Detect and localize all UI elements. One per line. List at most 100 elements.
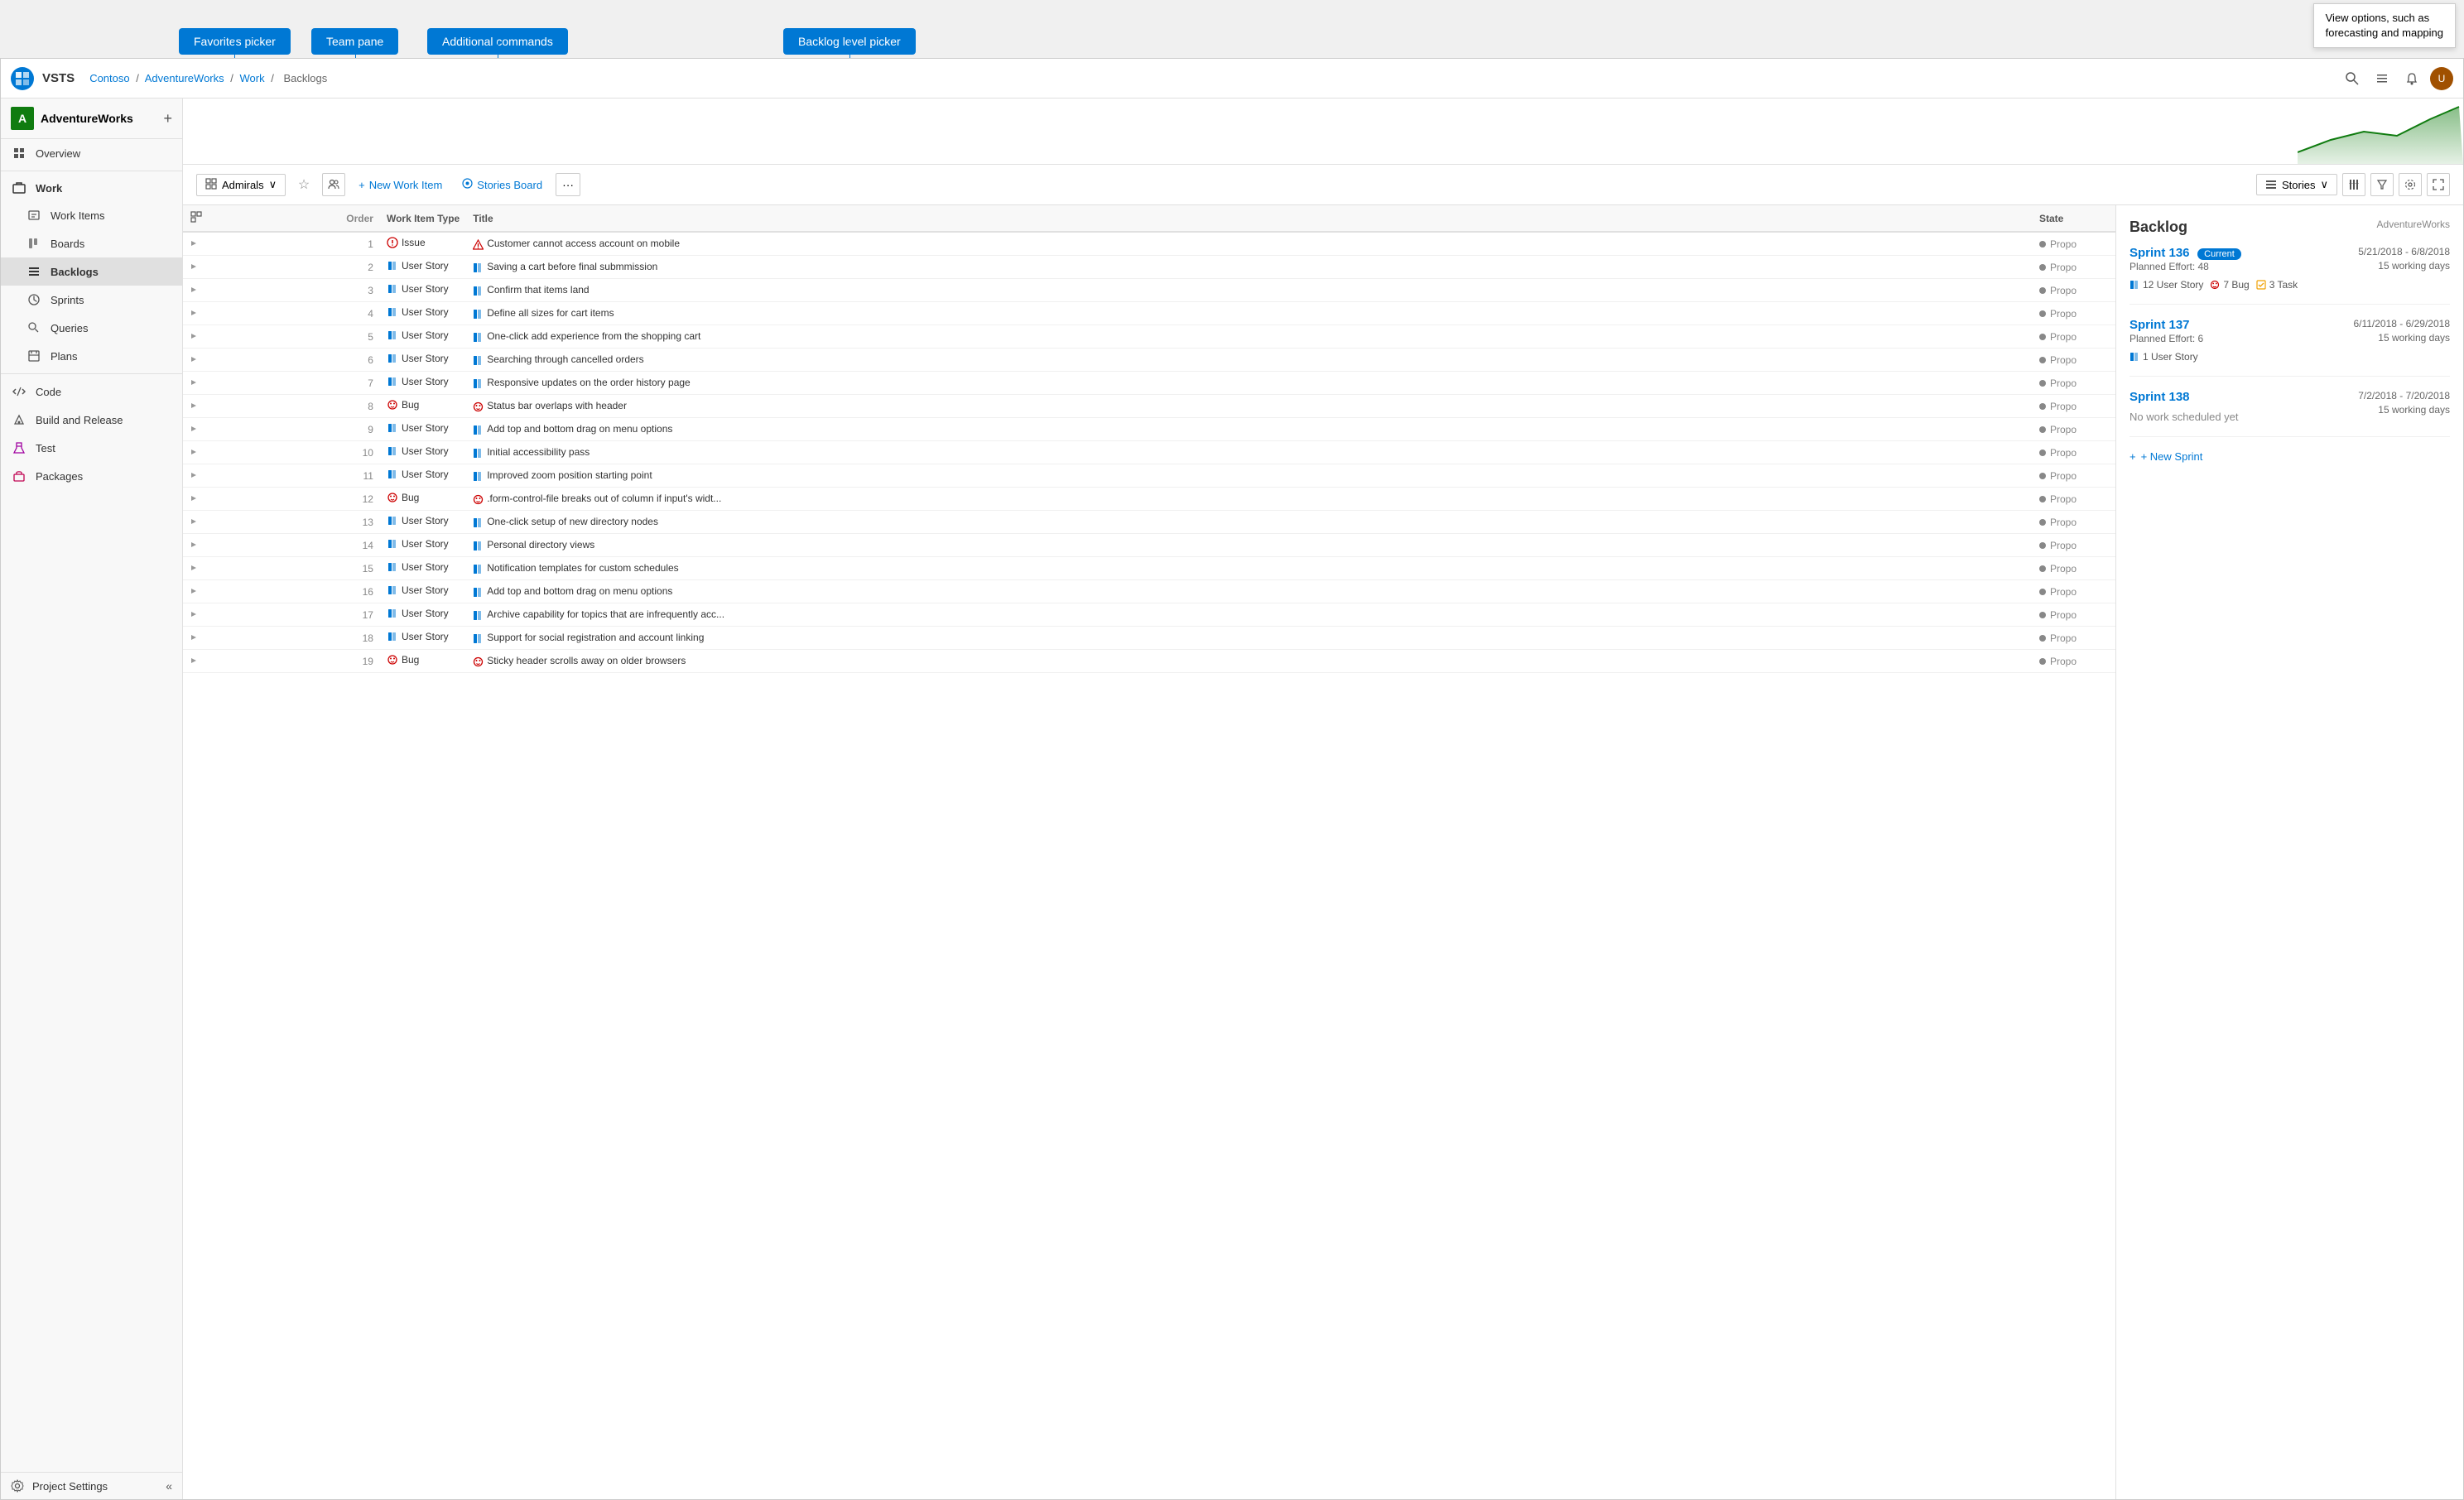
row-title[interactable]: Initial accessibility pass (466, 441, 2033, 464)
sprint-name-link[interactable]: Sprint 137 (2130, 318, 2190, 332)
row-expand-icon[interactable] (183, 325, 339, 349)
new-work-item-button[interactable]: + New Work Item (352, 175, 449, 195)
breadcrumb-work[interactable]: Work (240, 72, 265, 84)
row-title[interactable]: Searching through cancelled orders (466, 349, 2033, 372)
new-sprint-button[interactable]: + + New Sprint (2130, 450, 2450, 463)
row-title[interactable]: Define all sizes for cart items (466, 302, 2033, 325)
user-avatar[interactable]: U (2430, 67, 2453, 90)
settings-button[interactable] (2399, 173, 2422, 196)
sidebar-item-overview[interactable]: Overview (1, 139, 182, 167)
row-expand-icon[interactable] (183, 279, 339, 302)
row-state: Propo (2033, 395, 2115, 418)
row-title[interactable]: Sticky header scrolls away on older brow… (466, 650, 2033, 673)
row-expand-icon[interactable] (183, 232, 339, 256)
row-state: Propo (2033, 349, 2115, 372)
table-row[interactable]: 2 User StorySaving a cart before final s… (183, 256, 2115, 279)
row-title[interactable]: .form-control-file breaks out of column … (466, 488, 2033, 511)
table-row[interactable]: 16 User StoryAdd top and bottom drag on … (183, 580, 2115, 603)
row-expand-icon[interactable] (183, 627, 339, 650)
row-type: User Story (380, 441, 466, 464)
row-order: 9 (339, 418, 380, 441)
row-expand-icon[interactable] (183, 488, 339, 511)
table-row[interactable]: 5 User StoryOne-click add experience fro… (183, 325, 2115, 349)
row-title[interactable]: One-click add experience from the shoppi… (466, 325, 2033, 349)
stories-dropdown[interactable]: Stories ∨ (2256, 174, 2337, 195)
list-button[interactable] (2370, 67, 2394, 90)
table-row[interactable]: 15 User StoryNotification templates for … (183, 557, 2115, 580)
table-row[interactable]: 19 BugSticky header scrolls away on olde… (183, 650, 2115, 673)
row-expand-icon[interactable] (183, 372, 339, 395)
breadcrumb-contoso[interactable]: Contoso (89, 72, 129, 84)
sidebar-item-backlogs[interactable]: Backlogs (1, 257, 182, 286)
row-expand-icon[interactable] (183, 441, 339, 464)
sidebar-item-code[interactable]: Code (1, 377, 182, 406)
sidebar-item-work[interactable]: Work (1, 175, 182, 201)
table-row[interactable]: 9 User StoryAdd top and bottom drag on m… (183, 418, 2115, 441)
row-expand-icon[interactable] (183, 302, 339, 325)
row-expand-icon[interactable] (183, 557, 339, 580)
team-picker[interactable]: Admirals ∨ (196, 174, 286, 196)
row-title[interactable]: Customer cannot access account on mobile (466, 232, 2033, 256)
row-title[interactable]: Confirm that items land (466, 279, 2033, 302)
sidebar-item-queries[interactable]: Queries (1, 314, 182, 342)
row-title[interactable]: Add top and bottom drag on menu options (466, 418, 2033, 441)
sidebar-item-test[interactable]: Test (1, 434, 182, 462)
favorite-button[interactable]: ☆ (292, 173, 315, 196)
sidebar-item-sprints[interactable]: Sprints (1, 286, 182, 314)
table-row[interactable]: 7 User StoryResponsive updates on the or… (183, 372, 2115, 395)
row-expand-icon[interactable] (183, 464, 339, 488)
burndown-area (183, 99, 2463, 165)
team-members-button[interactable] (322, 173, 345, 196)
breadcrumb-adventureworks[interactable]: AdventureWorks (145, 72, 224, 84)
table-row[interactable]: 6 User StorySearching through cancelled … (183, 349, 2115, 372)
row-expand-icon[interactable] (183, 395, 339, 418)
row-title[interactable]: Personal directory views (466, 534, 2033, 557)
row-title[interactable]: Notification templates for custom schedu… (466, 557, 2033, 580)
table-row[interactable]: 13 User StoryOne-click setup of new dire… (183, 511, 2115, 534)
sprint-name-link[interactable]: Sprint 136 (2130, 246, 2190, 260)
row-expand-icon[interactable] (183, 511, 339, 534)
table-row[interactable]: 12 Bug.form-control-file breaks out of c… (183, 488, 2115, 511)
sidebar-item-build-release[interactable]: Build and Release (1, 406, 182, 434)
row-title[interactable]: One-click setup of new directory nodes (466, 511, 2033, 534)
table-row[interactable]: 18 User StorySupport for social registra… (183, 627, 2115, 650)
column-options-button[interactable] (2342, 173, 2365, 196)
row-title[interactable]: Responsive updates on the order history … (466, 372, 2033, 395)
row-title[interactable]: Support for social registration and acco… (466, 627, 2033, 650)
row-title[interactable]: Improved zoom position starting point (466, 464, 2033, 488)
add-project-button[interactable]: + (163, 110, 172, 127)
collapse-sidebar-icon[interactable]: « (166, 1479, 172, 1493)
table-row[interactable]: 3 User StoryConfirm that items land Prop… (183, 279, 2115, 302)
row-expand-icon[interactable] (183, 580, 339, 603)
row-title[interactable]: Add top and bottom drag on menu options (466, 580, 2033, 603)
project-settings-button[interactable]: Project Settings « (1, 1473, 182, 1499)
row-expand-icon[interactable] (183, 650, 339, 673)
row-title[interactable]: Status bar overlaps with header (466, 395, 2033, 418)
filter-button[interactable] (2370, 173, 2394, 196)
table-row[interactable]: 8 BugStatus bar overlaps with header Pro… (183, 395, 2115, 418)
more-options-button[interactable]: ··· (556, 173, 580, 196)
fullscreen-button[interactable] (2427, 173, 2450, 196)
table-row[interactable]: 4 User StoryDefine all sizes for cart it… (183, 302, 2115, 325)
search-button[interactable] (2341, 67, 2364, 90)
row-expand-icon[interactable] (183, 349, 339, 372)
sidebar-item-work-items[interactable]: Work Items (1, 201, 182, 229)
table-row[interactable]: 11 User StoryImproved zoom position star… (183, 464, 2115, 488)
notifications-button[interactable] (2400, 67, 2423, 90)
sidebar-item-plans[interactable]: Plans (1, 342, 182, 370)
row-expand-icon[interactable] (183, 256, 339, 279)
table-row[interactable]: 17 User StoryArchive capability for topi… (183, 603, 2115, 627)
row-expand-icon[interactable] (183, 603, 339, 627)
row-expand-icon[interactable] (183, 418, 339, 441)
sidebar-item-boards[interactable]: Boards (1, 229, 182, 257)
table-row[interactable]: 14 User StoryPersonal directory views Pr… (183, 534, 2115, 557)
sidebar-item-packages[interactable]: Packages (1, 462, 182, 490)
row-title[interactable]: Archive capability for topics that are i… (466, 603, 2033, 627)
stories-board-button[interactable]: Stories Board (455, 175, 549, 195)
row-order: 4 (339, 302, 380, 325)
table-row[interactable]: 1 IssueCustomer cannot access account on… (183, 232, 2115, 256)
row-expand-icon[interactable] (183, 534, 339, 557)
sprint-name-link[interactable]: Sprint 138 (2130, 390, 2190, 404)
row-title[interactable]: Saving a cart before final submmission (466, 256, 2033, 279)
table-row[interactable]: 10 User StoryInitial accessibility pass … (183, 441, 2115, 464)
